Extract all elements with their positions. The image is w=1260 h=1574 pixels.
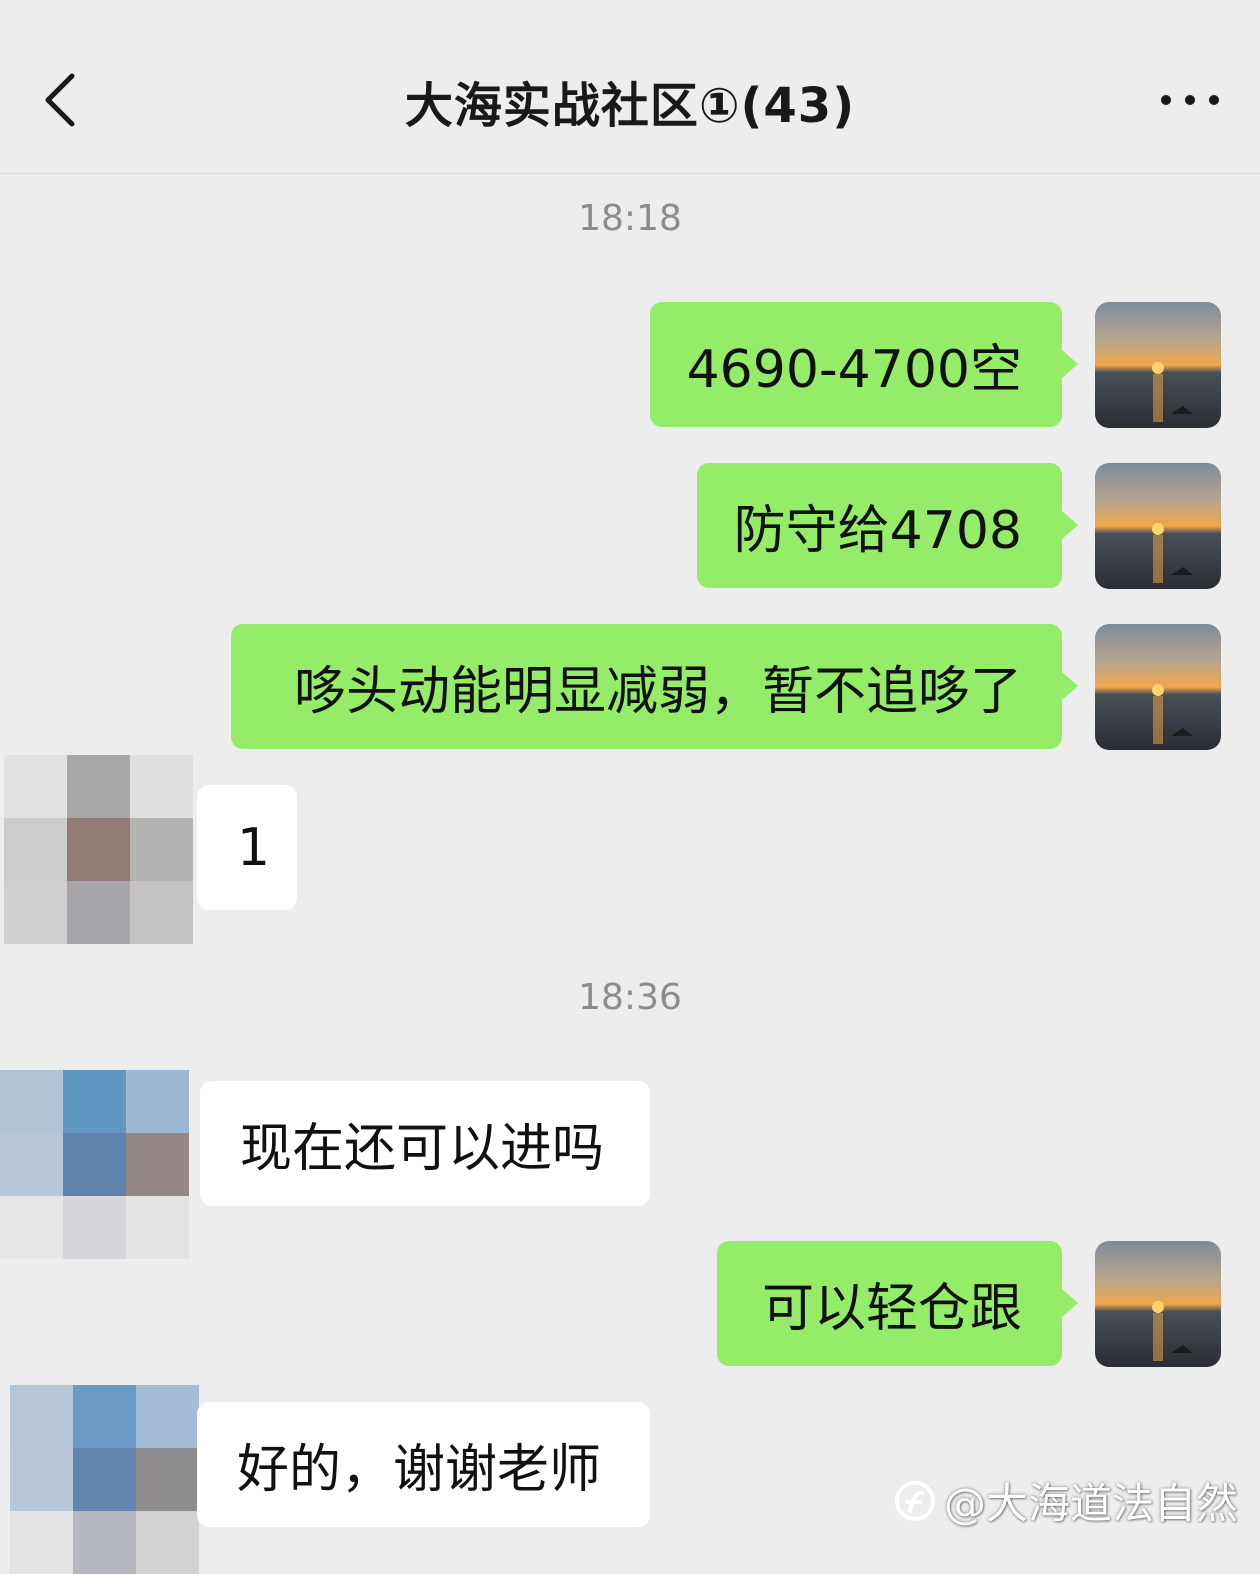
bubble-tail xyxy=(1062,672,1078,700)
avatar-member-blurred[interactable] xyxy=(4,755,193,944)
message-bubble-outgoing[interactable]: 4690-4700空 xyxy=(650,302,1078,427)
message-text: 现在还可以进吗 xyxy=(240,1119,605,1179)
message-text: 可以轻仓跟 xyxy=(761,1279,1022,1339)
avatar-self[interactable] xyxy=(1095,1241,1221,1367)
avatar-member-blurred[interactable] xyxy=(10,1385,199,1574)
message-bubble-incoming[interactable]: 1 xyxy=(197,785,297,910)
more-dots-icon[interactable] xyxy=(1158,88,1222,112)
message-bubble-outgoing[interactable]: 可以轻仓跟 xyxy=(717,1241,1078,1366)
timestamp: 18:36 xyxy=(578,977,682,1018)
message-text: 哆头动能明显减弱，暂不追哆了 xyxy=(293,662,1022,722)
chat-title: 大海实战社区①(43) xyxy=(404,78,856,134)
avatar-self[interactable] xyxy=(1095,463,1221,589)
message-text: 好的，谢谢老师 xyxy=(237,1440,602,1500)
avatar-member-blurred[interactable] xyxy=(0,1070,189,1259)
message-text: 1 xyxy=(237,817,271,878)
watermark-text: @大海道法自然 xyxy=(944,1479,1239,1528)
bubble-tail xyxy=(1062,1289,1078,1317)
bubble-tail xyxy=(1062,511,1078,539)
message-bubble-incoming[interactable]: 好的，谢谢老师 xyxy=(197,1402,650,1527)
avatar-self[interactable] xyxy=(1095,624,1221,750)
message-text: 防守给4708 xyxy=(733,501,1022,561)
bubble-tail xyxy=(1062,350,1078,378)
watermark: @大海道法自然 xyxy=(892,1470,1238,1531)
weibo-logo-icon xyxy=(895,1480,935,1521)
message-bubble-outgoing[interactable]: 防守给4708 xyxy=(697,463,1078,588)
timestamp: 18:18 xyxy=(578,198,682,239)
message-text: 4690-4700空 xyxy=(686,340,1022,400)
chat-header: 大海实战社区①(43) xyxy=(0,0,1260,174)
message-bubble-outgoing[interactable]: 哆头动能明显减弱，暂不追哆了 xyxy=(231,624,1078,749)
avatar-self[interactable] xyxy=(1095,302,1221,428)
message-bubble-incoming[interactable]: 现在还可以进吗 xyxy=(200,1081,650,1206)
